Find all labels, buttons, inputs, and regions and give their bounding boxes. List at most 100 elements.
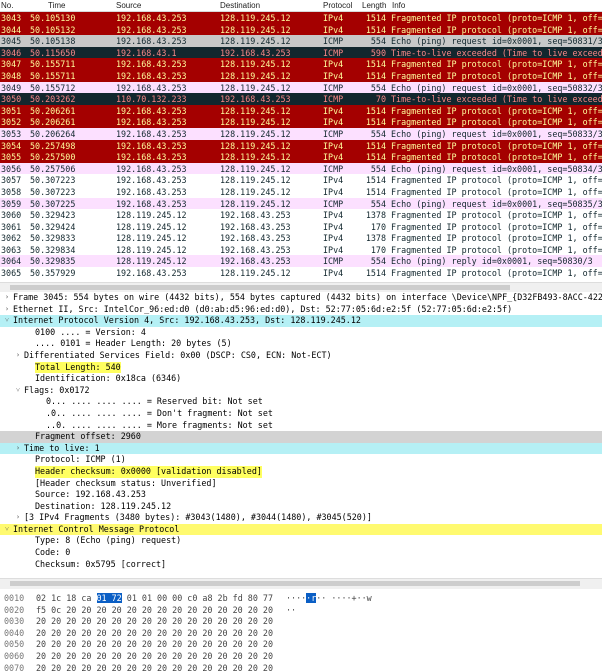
packet-destination: 128.119.245.12 [220, 186, 291, 197]
chevron-down-icon[interactable]: ˅ [3, 315, 11, 327]
packet-row[interactable]: 3055 50.257500 192.168.43.253 128.119.245.1… [0, 151, 602, 163]
packet-destination: 128.119.245.12 [220, 36, 291, 47]
packet-row[interactable]: 3048 50.155711 192.168.43.253 128.119.245.1… [0, 69, 602, 82]
col-header-no[interactable]: No. [1, 1, 13, 10]
col-header-protocol[interactable]: Protocol [323, 1, 352, 10]
detail-tree-row[interactable]: Type: 8 (Echo (ping) request) [0, 535, 602, 547]
detail-tree-row[interactable]: [Header checksum status: Unverified] [0, 478, 602, 490]
packet-length: 554 [370, 82, 386, 93]
detail-tree-row[interactable]: 0... .... .... .... = Reserved bit: Not … [0, 396, 602, 408]
packet-row[interactable]: 3045 50.105138 192.168.43.253 128.119.245.1… [0, 35, 602, 47]
chevron-down-icon[interactable]: ˅ [3, 524, 11, 536]
col-header-destination[interactable]: Destination [220, 1, 260, 10]
detail-tree-row[interactable]: › Time to live: 1 [0, 442, 602, 455]
packet-row[interactable]: 3062 50.329833 128.119.245.12 192.168.43.25… [0, 232, 602, 244]
packet-row[interactable]: 3056 50.257506 192.168.43.253 128.119.245.1… [0, 162, 602, 175]
col-header-time[interactable]: Time [48, 1, 65, 10]
packet-row[interactable]: 3060 50.329423 128.119.245.12 192.168.43.25… [0, 209, 602, 221]
hex-ascii: ·····r·· ····+··w [286, 593, 372, 603]
hex-row[interactable]: 0060 20 20 20 20 20 20 20 20 20 20 20 20 … [0, 650, 602, 662]
hex-row[interactable]: 0030 20 20 20 20 20 20 20 20 20 20 20 20 … [0, 615, 602, 627]
packet-time: 50.155711 [30, 59, 76, 70]
packet-row[interactable]: 3059 50.307225 192.168.43.253 128.119.245.1… [0, 197, 602, 210]
detail-tree-row[interactable]: 0100 .... = Version: 4 [0, 327, 602, 339]
packet-row[interactable]: 3052 50.206261 192.168.43.253 128.119.245.1… [0, 116, 602, 128]
packet-destination: 192.168.43.253 [220, 244, 291, 255]
packet-details-hscrollbar[interactable] [0, 578, 602, 589]
detail-tree-row[interactable]: ..0. .... .... .... = More fragments: No… [0, 420, 602, 432]
detail-tree-row[interactable]: Identification: 0x18ca (6346) [0, 373, 602, 385]
detail-tree-row[interactable]: › Frame 3045: 554 bytes on wire (4432 bit… [0, 292, 602, 304]
packet-protocol: ICMP [323, 128, 344, 139]
detail-tree-row[interactable]: › Ethernet II, Src: IntelCor_96:ed:d0 (d0… [0, 304, 602, 316]
packet-destination: 192.168.43.253 [220, 256, 291, 267]
packet-source: 192.168.43.253 [116, 152, 187, 163]
packet-row[interactable]: 3044 50.105132 192.168.43.253 128.119.245.1… [0, 23, 602, 36]
detail-tree-row[interactable]: Header checksum: 0x0000 [validation disa… [0, 465, 602, 478]
packet-row[interactable]: 3051 50.206261 192.168.43.253 128.119.245.1… [0, 104, 602, 117]
packet-row[interactable]: 3054 50.257498 192.168.43.253 128.119.245.1… [0, 139, 602, 152]
packet-details-pane[interactable]: › Frame 3045: 554 bytes on wire (4432 bit… [0, 292, 602, 592]
detail-tree-row[interactable]: › [3 IPv4 Fragments (3480 bytes): #3043(1… [0, 512, 602, 524]
packet-row[interactable]: 3058 50.307223 192.168.43.253 128.119.245.1… [0, 185, 602, 198]
packet-list[interactable]: No. Time Source Destination Protocol Len… [0, 0, 602, 282]
detail-tree-row[interactable]: ˅ Internet Control Message Protocol [0, 523, 602, 536]
chevron-right-icon[interactable]: › [3, 292, 11, 304]
detail-tree-row[interactable]: Destination: 128.119.245.12 [0, 501, 602, 513]
packet-row[interactable]: 3043 50.105130 192.168.43.253 128.119.245.1… [0, 12, 602, 24]
hex-row[interactable]: 0020 f5 0c 20 20 20 20 20 20 20 20 20 20 … [0, 604, 602, 616]
scroll-thumb[interactable] [10, 285, 510, 290]
packet-length: 1514 [365, 70, 386, 81]
packet-bytes-pane[interactable]: 0010 02 1c 18 ca 01 72 01 01 00 00 c0 a8 … [0, 592, 602, 671]
packet-row[interactable]: 3046 50.115650 192.168.43.1 192.168.43.253 I… [0, 46, 602, 59]
packet-destination: 128.119.245.12 [220, 140, 291, 151]
chevron-down-icon[interactable]: ˅ [14, 385, 22, 397]
packet-list-hscrollbar[interactable] [0, 282, 602, 292]
detail-tree-row[interactable]: Protocol: ICMP (1) [0, 454, 602, 466]
hex-row[interactable]: 0010 02 1c 18 ca 01 72 01 01 00 00 c0 a8 … [0, 592, 602, 604]
packet-row[interactable]: 3063 50.329834 128.119.245.12 192.168.43.25… [0, 243, 602, 256]
detail-tree-row[interactable]: ˅ Internet Protocol Version 4, Src: 192.1… [0, 315, 602, 327]
packet-length: 1514 [365, 24, 386, 35]
scroll-thumb[interactable] [10, 581, 580, 586]
detail-tree-row[interactable]: .0.. .... .... .... = Don't fragment: No… [0, 408, 602, 420]
packet-length: 170 [370, 221, 386, 232]
packet-row[interactable]: 3064 50.329835 128.119.245.12 192.168.43.25… [0, 255, 602, 268]
detail-field-label: Header checksum: 0x0000 [validation disa… [35, 465, 262, 478]
chevron-right-icon[interactable]: › [14, 512, 22, 524]
hex-text: 02 1c 18 ca [36, 593, 97, 603]
packet-row[interactable]: 3061 50.329424 128.119.245.12 192.168.43.25… [0, 220, 602, 233]
packet-protocol: IPv4 [323, 152, 344, 163]
packet-protocol: ICMP [323, 198, 344, 209]
detail-field-label: Ethernet II, Src: IntelCor_96:ed:d0 (d0:… [13, 303, 513, 314]
chevron-right-icon[interactable]: › [3, 304, 11, 316]
detail-tree-row[interactable]: › Differentiated Services Field: 0x00 (DS… [0, 350, 602, 362]
packet-row[interactable]: 3050 50.203262 110.70.132.233 192.168.43.25… [0, 93, 602, 105]
packet-row[interactable]: 3065 50.357929 192.168.43.253 128.119.245.1… [0, 267, 602, 279]
chevron-right-icon[interactable]: › [14, 350, 22, 362]
detail-tree-row[interactable]: Code: 0 [0, 547, 602, 559]
hex-row[interactable]: 0040 20 20 20 20 20 20 20 20 20 20 20 20 … [0, 627, 602, 639]
col-header-info[interactable]: Info [392, 1, 405, 10]
detail-tree-row[interactable]: Checksum: 0x5795 [correct] [0, 559, 602, 571]
packet-row[interactable]: 3049 50.155712 192.168.43.253 128.119.245.1… [0, 81, 602, 94]
packet-length: 170 [370, 244, 386, 255]
col-header-length[interactable]: Length [362, 1, 386, 10]
detail-tree-row[interactable]: Fragment offset: 2960 [0, 431, 602, 443]
packet-row[interactable]: 3047 50.155711 192.168.43.253 128.119.245.1… [0, 58, 602, 70]
packet-row[interactable]: 3057 50.307223 192.168.43.253 128.119.245.1… [0, 174, 602, 186]
hex-bytes: 20 20 20 20 20 20 20 20 20 20 20 20 20 2… [36, 663, 273, 671]
packet-info: Fragmented IP protocol (proto=ICMP 1, of… [391, 105, 602, 116]
detail-tree-row[interactable]: Total Length: 540 [0, 361, 602, 374]
packet-info: Fragmented IP protocol (proto=ICMP 1, of… [391, 244, 602, 255]
chevron-right-icon[interactable]: › [14, 443, 22, 455]
packet-time: 50.257498 [30, 140, 76, 151]
packet-time: 50.203262 [30, 94, 76, 105]
detail-tree-row[interactable]: Source: 192.168.43.253 [0, 489, 602, 501]
packet-row[interactable]: 3053 50.206264 192.168.43.253 128.119.245.1… [0, 127, 602, 140]
col-header-source[interactable]: Source [116, 1, 141, 10]
detail-tree-row[interactable]: ˅ Flags: 0x0172 [0, 385, 602, 397]
hex-row[interactable]: 0070 20 20 20 20 20 20 20 20 20 20 20 20 … [0, 662, 602, 671]
hex-row[interactable]: 0050 20 20 20 20 20 20 20 20 20 20 20 20 … [0, 638, 602, 650]
detail-tree-row[interactable]: .... 0101 = Header Length: 20 bytes (5) [0, 338, 602, 350]
